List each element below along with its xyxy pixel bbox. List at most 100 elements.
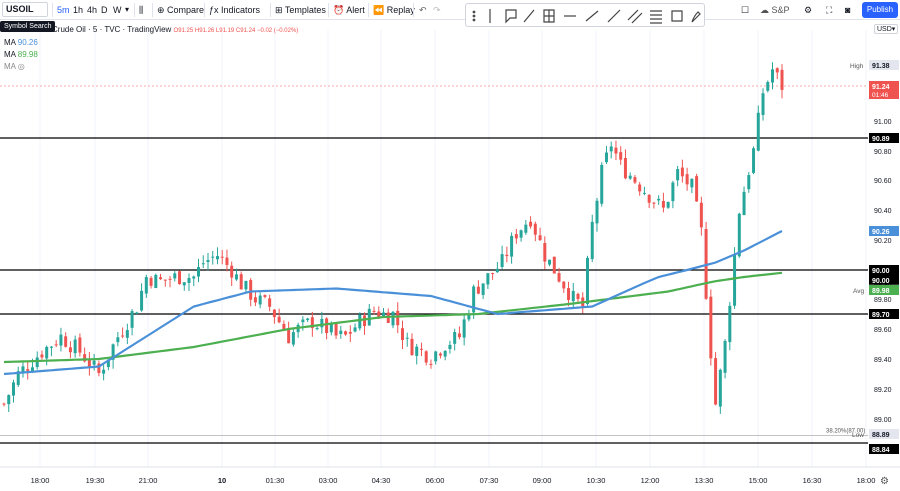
gear-icon[interactable]: ⚙: [804, 3, 812, 17]
layout-icon[interactable]: ☐: [741, 3, 749, 17]
currency-selector[interactable]: USD▾: [874, 24, 899, 34]
level-label-9000b: 90.00: [872, 278, 890, 285]
chart-settings-gear-icon[interactable]: ⚙: [880, 476, 889, 487]
candle-body: [206, 260, 210, 263]
candle-body: [505, 254, 509, 257]
candle-body: [714, 358, 718, 405]
eye-off-icon[interactable]: ◎: [18, 62, 25, 71]
replay-button[interactable]: ⏪ Replay: [373, 3, 415, 17]
candle-body: [415, 346, 419, 356]
candle-body: [348, 331, 352, 334]
candle-body: [187, 278, 191, 283]
publish-button[interactable]: Publish: [862, 2, 898, 18]
candle-body: [7, 395, 11, 405]
candle-body: [92, 360, 96, 365]
chevron-down-icon[interactable]: ▾: [125, 3, 129, 17]
candle-body: [699, 202, 703, 228]
candle-body: [163, 279, 167, 281]
interval-4h[interactable]: 4h: [87, 3, 97, 17]
indicators-button[interactable]: ƒx Indicators: [209, 3, 260, 17]
extended-line-icon[interactable]: [607, 9, 621, 23]
y-tick-label: 89.60: [874, 327, 892, 334]
fullscreen-icon[interactable]: ⛶: [826, 3, 832, 17]
candle-body: [519, 230, 523, 238]
interval-5m[interactable]: 5m: [57, 3, 70, 17]
ray-icon[interactable]: [585, 10, 599, 22]
candle-type-icon[interactable]: ⫼: [139, 3, 143, 17]
candle-body: [481, 283, 485, 295]
candle-body: [54, 344, 58, 346]
ohlc-values: O91.25 H91.26 L91.19 C91.24 −0.02 (−0.02…: [173, 28, 299, 34]
sp-button[interactable]: ☁ S&P: [760, 3, 790, 17]
symbol-search-input[interactable]: USOIL: [2, 2, 48, 17]
candle-body: [358, 314, 362, 329]
replay-label: Replay: [386, 5, 415, 15]
alert-button[interactable]: ⏰ Alert: [333, 3, 365, 17]
candle-body: [771, 69, 775, 83]
candle-body: [652, 202, 656, 204]
candle-body: [747, 175, 751, 190]
last-price-label-countdown: 01:46: [872, 92, 889, 99]
candle-body: [429, 363, 433, 365]
candle-body: [272, 309, 276, 318]
candle-body: [234, 274, 238, 280]
currency-label: USD: [877, 26, 892, 33]
interval-w[interactable]: W: [113, 3, 122, 17]
candle-body: [2, 403, 6, 405]
ma3-label: MA: [4, 62, 16, 71]
candle-body: [201, 263, 205, 265]
candle-body: [619, 152, 623, 160]
candle-body: [642, 192, 646, 194]
candle-body: [211, 256, 215, 258]
candle-body: [291, 332, 295, 345]
x-tick-label: 21:00: [139, 476, 158, 485]
candle-body: [661, 200, 665, 208]
candle-body: [149, 277, 153, 286]
grid-icon[interactable]: [543, 9, 555, 23]
fib-icon[interactable]: [650, 10, 662, 24]
redo-icon[interactable]: ↷: [433, 3, 441, 17]
rectangle-icon[interactable]: [671, 10, 683, 22]
interval-1h[interactable]: 1h: [73, 3, 83, 17]
candle-body: [728, 305, 732, 343]
candle-body: [419, 348, 423, 350]
price-chart[interactable]: 38.20%(87.00) 91.0090.8090.6090.4090.208…: [0, 0, 900, 491]
x-tick-label: 03:00: [319, 476, 338, 485]
drawing-toolbar: [465, 3, 705, 27]
candle-body: [476, 286, 480, 294]
candle-body: [197, 267, 200, 277]
trend-line-icon[interactable]: [523, 9, 535, 23]
interval-d[interactable]: D: [101, 3, 108, 17]
candle-body: [121, 335, 125, 337]
parallel-channel-icon[interactable]: [627, 9, 643, 24]
candle-body: [173, 273, 177, 279]
last-price-label: 91.24: [872, 84, 890, 91]
candle-body: [168, 278, 172, 280]
x-tick-label: 16:30: [803, 476, 822, 485]
candle-body: [695, 176, 699, 202]
compare-button[interactable]: ⊕ Compare: [157, 3, 204, 17]
candle-body: [761, 93, 765, 115]
candle-body: [638, 184, 642, 192]
x-tick-label: 18:00: [31, 476, 50, 485]
undo-icon[interactable]: ↶: [419, 3, 427, 17]
candle-body: [26, 369, 30, 371]
brush-icon[interactable]: [691, 11, 701, 23]
y-tick-label: 89.20: [874, 387, 892, 394]
ma1-label: MA: [4, 38, 16, 47]
candle-body: [533, 223, 537, 235]
candle-body: [633, 177, 637, 183]
sp-label: S&P: [771, 5, 790, 15]
callout-icon[interactable]: [505, 9, 517, 24]
x-tick-label: 19:30: [86, 476, 105, 485]
ma-green-line: [3, 271, 783, 364]
candle-body: [135, 312, 139, 314]
templates-button[interactable]: ⊞ Templates: [275, 3, 326, 17]
camera-icon[interactable]: ◙: [845, 3, 850, 17]
candle-body: [514, 234, 518, 239]
candle-body: [258, 295, 262, 305]
candle-body: [239, 274, 243, 290]
drag-handle-icon[interactable]: [472, 10, 476, 22]
candle-body: [609, 146, 613, 152]
y-tick-label: 90.20: [874, 238, 892, 245]
